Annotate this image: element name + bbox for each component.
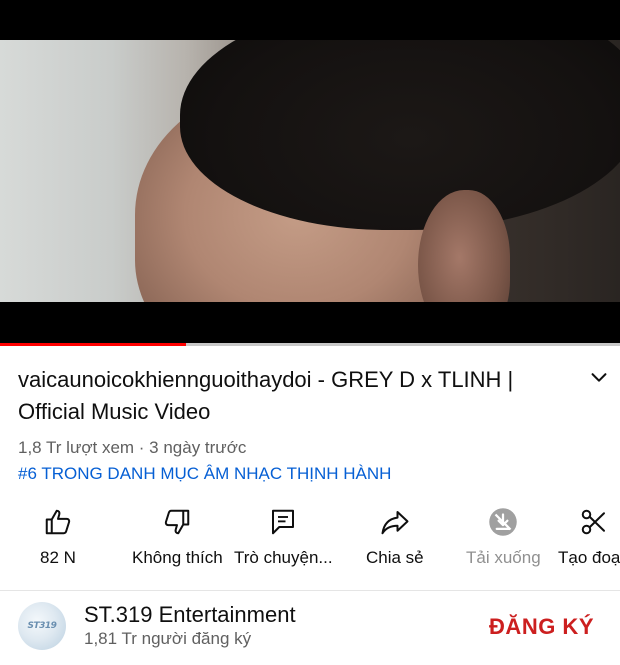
dislike-label: Không thích [132, 548, 223, 567]
action-bar: 82 N Không thích Trò chuyện... Chia sẻ T… [0, 506, 620, 576]
playback-progress-fill [0, 343, 186, 346]
channel-name[interactable]: ST.319 Entertainment [84, 602, 296, 628]
like-button[interactable]: 82 N [40, 506, 76, 568]
section-divider [0, 590, 620, 591]
video-frame[interactable] [0, 40, 620, 302]
download-disabled-icon [489, 508, 518, 536]
video-title: vaicaunoicokhiennguoithaydoi - GREY D x … [18, 367, 514, 424]
comments-label: Trò chuyện... [234, 548, 333, 567]
download-label: Tải xuống [466, 548, 541, 567]
channel-avatar[interactable]: ST319 [18, 602, 66, 650]
dislike-button[interactable]: Không thích [132, 506, 223, 568]
clip-button[interactable]: Tạo đoạn [558, 506, 620, 568]
chevron-down-icon [591, 373, 607, 382]
chat-icon [272, 509, 295, 535]
scissors-icon [581, 509, 605, 535]
channel-subscriber-count: 1,81 Tr người đăng ký [84, 629, 252, 648]
expand-description-button[interactable] [588, 366, 610, 388]
subscribe-button[interactable]: ĐĂNG KÝ [489, 614, 594, 640]
channel-logo-text: ST319 [27, 621, 57, 631]
channel-row[interactable]: ST319 ST.319 Entertainment 1,81 Tr người… [0, 592, 620, 665]
like-count: 82 N [40, 548, 76, 567]
playback-progress-bar[interactable] [0, 343, 620, 346]
thumbs-down-icon [165, 509, 190, 535]
clip-label: Tạo đoạn [558, 548, 620, 567]
comments-button[interactable]: Trò chuyện... [234, 506, 333, 568]
download-button[interactable]: Tải xuống [466, 506, 541, 568]
trending-tag-link[interactable]: #6 TRONG DANH MỤC ÂM NHẠC THỊNH HÀNH [18, 464, 391, 484]
video-player[interactable] [0, 0, 620, 343]
thumbs-up-icon [45, 509, 71, 535]
share-label: Chia sẻ [366, 548, 424, 567]
share-button[interactable]: Chia sẻ [366, 506, 424, 568]
video-meta: 1,8 Tr lượt xem · 3 ngày trước [18, 438, 247, 457]
share-icon [381, 511, 409, 535]
video-subject-hair [180, 40, 620, 230]
